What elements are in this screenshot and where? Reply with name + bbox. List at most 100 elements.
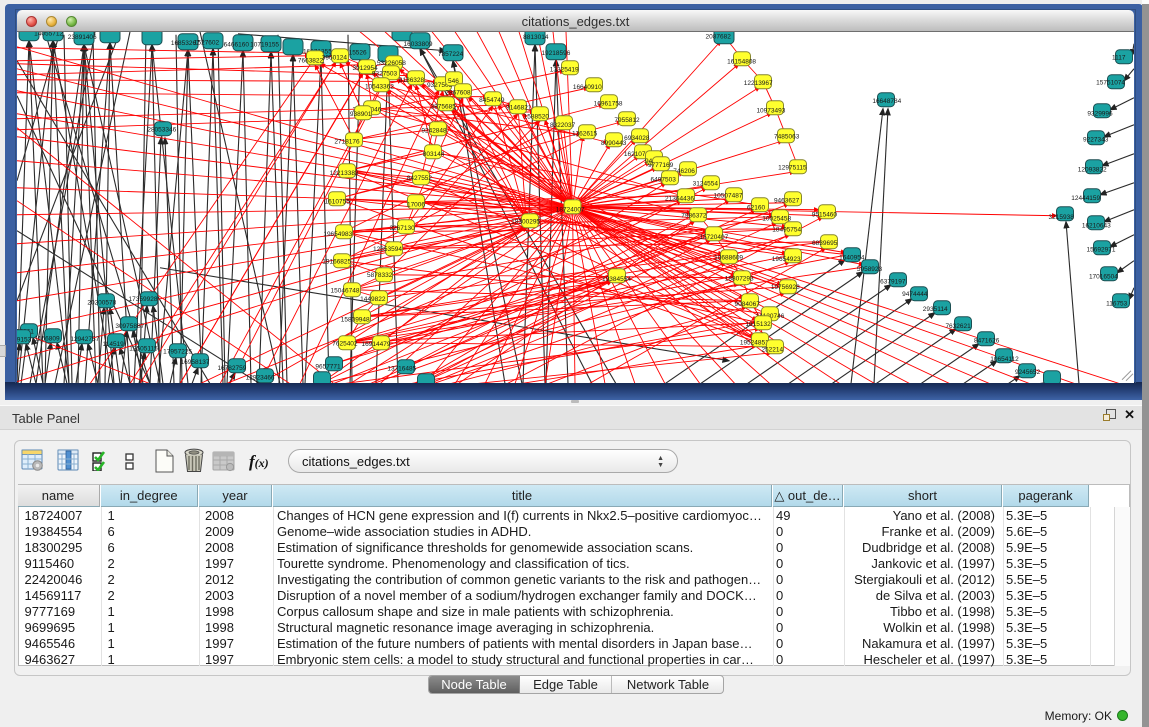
svg-text:16958137: 16958137 — [181, 358, 210, 365]
svg-text:19756928: 19756928 — [771, 284, 800, 291]
svg-text:7632621: 7632621 — [945, 323, 971, 330]
svg-text:2087682: 2087682 — [706, 33, 732, 40]
svg-text:12923466: 12923466 — [246, 374, 275, 381]
svg-text:8322037: 8322037 — [550, 121, 576, 128]
svg-text:8990443: 8990443 — [601, 139, 627, 146]
svg-text:2718176: 2718176 — [334, 138, 360, 145]
svg-text:10973493: 10973493 — [756, 107, 785, 114]
svg-text:7485063: 7485063 — [774, 133, 800, 140]
svg-text:17359928: 17359928 — [129, 295, 158, 302]
svg-text:6839695: 6839695 — [812, 239, 838, 246]
svg-text:21364436: 21364436 — [665, 195, 694, 202]
svg-text:9329996: 9329996 — [1087, 110, 1113, 117]
svg-text:10688609: 10688609 — [714, 254, 743, 261]
svg-text:7625402: 7625402 — [332, 340, 358, 347]
svg-text:10654112: 10654112 — [990, 355, 1019, 362]
svg-text:19384554: 19384554 — [602, 275, 631, 282]
svg-text:12213967: 12213967 — [744, 80, 773, 87]
svg-text:3875685: 3875685 — [431, 103, 457, 110]
svg-text:16961758: 16961758 — [594, 100, 623, 107]
svg-text:17006: 17006 — [407, 201, 425, 208]
svg-text:9657771: 9657771 — [315, 363, 341, 370]
svg-text:9474444: 9474444 — [902, 291, 928, 298]
svg-text:12505115: 12505115 — [129, 345, 158, 352]
svg-text:19218596: 19218596 — [541, 49, 570, 56]
svg-text:1117: 1117 — [1112, 54, 1126, 61]
svg-text:9245652: 9245652 — [1015, 369, 1041, 376]
svg-text:8186328: 8186328 — [399, 76, 425, 83]
svg-text:19166825: 19166825 — [322, 258, 351, 265]
svg-text:20200578: 20200578 — [87, 299, 116, 306]
svg-text:10507487: 10507487 — [714, 192, 743, 199]
svg-text:19524851: 19524851 — [740, 339, 769, 346]
svg-text:13716485: 13716485 — [387, 365, 416, 372]
svg-text:9227343: 9227343 — [1083, 136, 1109, 143]
svg-text:803144: 803144 — [423, 151, 445, 158]
svg-text:5958923: 5958923 — [857, 266, 883, 273]
svg-text:8454749: 8454749 — [479, 96, 505, 103]
svg-text:13325419: 13325419 — [550, 66, 579, 73]
svg-text:12942757: 12942757 — [70, 335, 99, 342]
svg-text:16033809: 16033809 — [404, 40, 433, 47]
svg-text:2867608: 2867608 — [445, 89, 471, 96]
svg-text:7955812: 7955812 — [614, 116, 640, 123]
svg-text:16154808: 16154808 — [727, 58, 756, 65]
svg-text:39153: 39153 — [17, 336, 32, 343]
svg-text:15720407: 15720407 — [699, 233, 728, 240]
svg-text:7986372: 7986372 — [681, 212, 707, 219]
svg-text:12213383: 12213383 — [330, 169, 359, 176]
svg-text:18495754: 18495754 — [772, 226, 801, 233]
svg-text:14055712: 14055712 — [34, 32, 63, 37]
svg-text:7663822: 7663822 — [298, 57, 324, 64]
svg-text:12975115: 12975115 — [778, 164, 807, 171]
svg-text:15046748: 15046748 — [331, 287, 360, 294]
svg-text:62160: 62160 — [747, 204, 765, 211]
svg-text:3215938: 3215938 — [1049, 213, 1075, 220]
svg-text:10025458: 10025458 — [762, 215, 791, 222]
svg-text:10543362: 10543362 — [365, 83, 394, 90]
svg-text:10719155: 10719155 — [250, 41, 279, 48]
svg-text:8471626: 8471626 — [974, 337, 1000, 344]
svg-text:12444159: 12444159 — [1071, 194, 1100, 201]
svg-text:114519: 114519 — [103, 340, 125, 347]
svg-text:18807293: 18807293 — [725, 275, 754, 282]
svg-text:15692971: 15692971 — [1087, 246, 1116, 253]
svg-text:6497503: 6497503 — [651, 176, 677, 183]
svg-text:12353594: 12353594 — [373, 246, 402, 253]
svg-text:2935114: 2935114 — [923, 305, 948, 312]
svg-text:17957225: 17957225 — [163, 348, 192, 355]
svg-text:23891406: 23891406 — [68, 34, 97, 41]
svg-text:19654983: 19654983 — [323, 230, 352, 237]
svg-text:1527602: 1527602 — [194, 39, 220, 46]
svg-text:16782759: 16782759 — [217, 364, 246, 371]
svg-text:252214: 252214 — [761, 346, 783, 353]
svg-text:116753: 116753 — [1106, 300, 1128, 307]
svg-text:9084067: 9084067 — [735, 300, 761, 307]
svg-text:6934028: 6934028 — [624, 134, 650, 141]
svg-text:8427552: 8427552 — [407, 175, 433, 182]
svg-text:1610755: 1610755 — [325, 198, 351, 205]
svg-text:12093822: 12093822 — [1078, 166, 1107, 173]
svg-text:1588520: 1588520 — [524, 113, 550, 120]
svg-text:18300295: 18300295 — [511, 218, 540, 225]
svg-text:1640954: 1640954 — [839, 254, 865, 261]
svg-text:3124554: 3124554 — [693, 180, 719, 187]
svg-text:18724007: 18724007 — [556, 206, 585, 213]
svg-text:6379197: 6379197 — [880, 278, 906, 285]
svg-text:6466160: 6466160 — [224, 41, 250, 48]
svg-text:938901: 938901 — [350, 110, 372, 117]
svg-text:1449822: 1449822 — [360, 296, 386, 303]
svg-text:9146821: 9146821 — [506, 104, 532, 111]
svg-text:9515460: 9515460 — [812, 211, 838, 218]
svg-text:16210643: 16210643 — [1082, 222, 1111, 229]
svg-text:16648784: 16648784 — [872, 98, 901, 105]
svg-text:17016504: 17016504 — [1089, 273, 1118, 280]
svg-text:3267130: 3267130 — [389, 225, 415, 232]
svg-text:3960124: 3960124 — [322, 54, 348, 61]
svg-text:9242848: 9242848 — [421, 127, 447, 134]
svg-text:5878332: 5878332 — [367, 272, 393, 279]
svg-text:28053346: 28053346 — [147, 126, 176, 133]
svg-text:30975887: 30975887 — [115, 322, 144, 329]
svg-text:1362615: 1362615 — [572, 130, 598, 137]
svg-text:9327503: 9327503 — [372, 70, 398, 77]
